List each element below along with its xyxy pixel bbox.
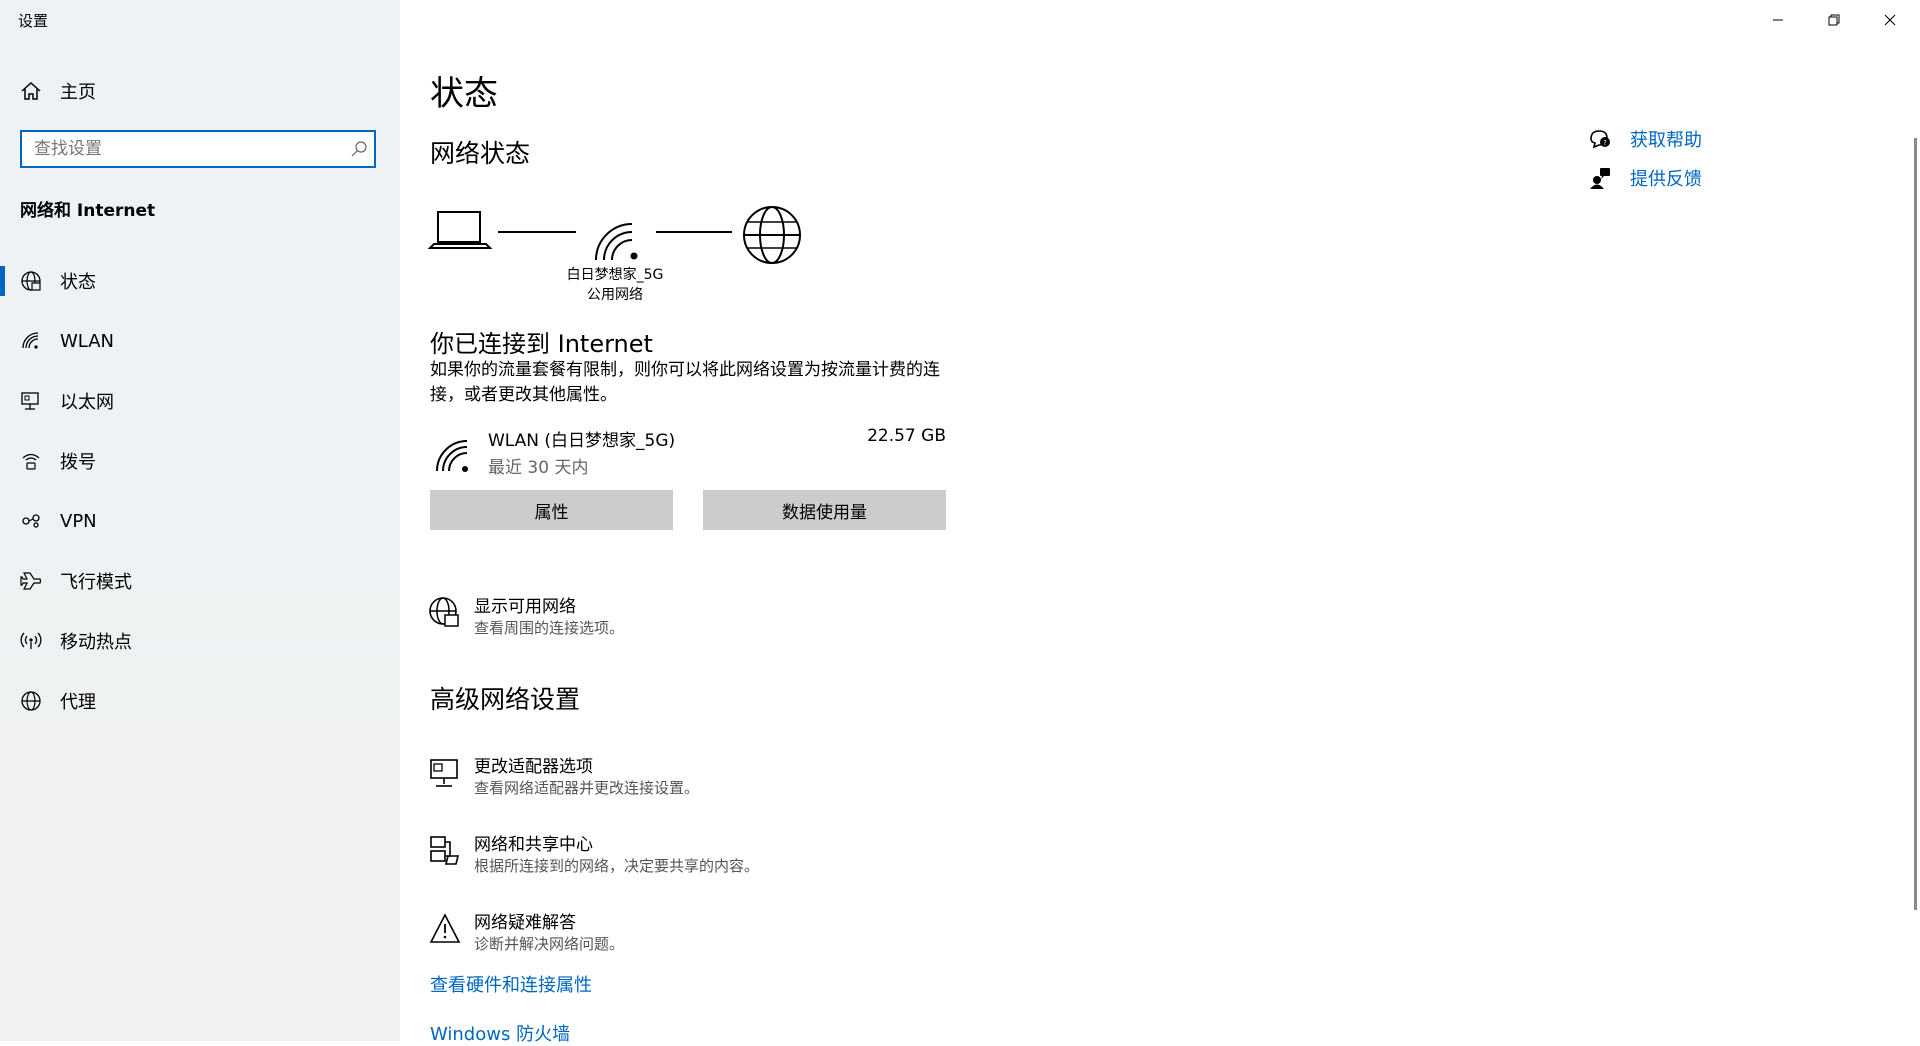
troubleshoot-item[interactable]: 网络疑难解答 诊断并解决网络问题。: [428, 908, 948, 958]
wlan-name: WLAN (白日梦想家_5G): [488, 431, 676, 451]
airplane-icon: [18, 568, 44, 594]
wifi-icon: [18, 328, 44, 354]
sidebar-item-label: 状态: [60, 272, 96, 293]
svg-text:?: ?: [1603, 139, 1607, 147]
network-name: 白日梦想家_5G: [566, 267, 664, 283]
show-networks-item[interactable]: 显示可用网络 查看周围的连接选项。: [428, 592, 948, 642]
show-networks-subtitle: 查看周围的连接选项。: [474, 619, 625, 637]
sharing-center-title: 网络和共享中心: [474, 835, 593, 855]
sharing-center-item[interactable]: 网络和共享中心 根据所连接到的网络，决定要共享的内容。: [428, 830, 948, 880]
sidebar-item-wlan[interactable]: WLAN: [0, 318, 400, 364]
sidebar-item-airplane[interactable]: 飞行模式: [0, 558, 400, 604]
advanced-heading: 高级网络设置: [430, 685, 581, 714]
sidebar-item-label: WLAN: [60, 330, 115, 352]
get-help-label: 获取帮助: [1630, 130, 1702, 151]
status-globe-icon: [18, 268, 44, 294]
page-title: 状态: [430, 74, 498, 114]
home-icon: [18, 78, 44, 104]
adapter-options-item[interactable]: 更改适配器选项 查看网络适配器并更改连接设置。: [428, 752, 948, 802]
data-usage-button[interactable]: 数据使用量: [703, 490, 946, 530]
app-title: 设置: [18, 12, 49, 30]
internet-globe-icon: [743, 206, 801, 264]
hotspot-icon: [18, 628, 44, 654]
troubleshoot-subtitle: 诊断并解决网络问题。: [474, 935, 625, 953]
adapter-icon: [430, 759, 458, 787]
sidebar-item-label: VPN: [60, 510, 97, 532]
wifi-network-icon: [595, 223, 638, 261]
sidebar-item-label: 移动热点: [60, 632, 132, 653]
wlan-usage: 22.57 GB: [867, 426, 946, 446]
warning-icon: [429, 913, 461, 943]
wlan-period: 最近 30 天内: [488, 458, 589, 478]
feedback-icon: [1590, 168, 1610, 189]
sharing-center-subtitle: 根据所连接到的网络，决定要共享的内容。: [474, 857, 760, 875]
properties-button[interactable]: 属性: [430, 490, 673, 530]
network-type: 公用网络: [587, 287, 643, 303]
help-chat-icon: ?: [1590, 130, 1610, 149]
dialup-icon: [18, 448, 44, 474]
close-button[interactable]: [1862, 0, 1918, 40]
ethernet-icon: [18, 388, 44, 414]
proxy-globe-icon: [18, 688, 44, 714]
get-help-link[interactable]: ? 获取帮助: [1588, 124, 1702, 154]
sidebar-item-status[interactable]: 状态: [0, 258, 400, 304]
sidebar-item-ethernet[interactable]: 以太网: [0, 378, 400, 424]
sidebar-item-label: 代理: [60, 692, 96, 713]
connected-heading: 你已连接到 Internet: [430, 330, 653, 358]
sidebar-item-label: 飞行模式: [60, 572, 132, 593]
sidebar-section-title: 网络和 Internet: [20, 201, 156, 221]
troubleshoot-title: 网络疑难解答: [474, 913, 576, 933]
connection-description: 如果你的流量套餐有限制，则你可以将此网络设置为按流量计费的连接，或者更改其他属性…: [430, 360, 940, 405]
show-networks-icon: [429, 597, 459, 627]
sharing-center-icon: [430, 836, 460, 865]
close-icon: [1884, 14, 1896, 26]
sidebar-item-hotspot[interactable]: 移动热点: [0, 618, 400, 664]
search-icon: [344, 140, 374, 158]
sidebar-item-proxy[interactable]: 代理: [0, 678, 400, 724]
adapter-options-subtitle: 查看网络适配器并更改连接设置。: [474, 779, 700, 797]
sidebar-home-label: 主页: [60, 82, 96, 103]
laptop-icon: [428, 211, 493, 249]
feedback-label: 提供反馈: [1630, 169, 1702, 190]
wlan-usage-row: WLAN (白日梦想家_5G) 最近 30 天内 22.57 GB: [430, 426, 946, 480]
sidebar-item-label: 拨号: [60, 452, 96, 473]
sidebar-home[interactable]: 主页: [0, 68, 400, 114]
vpn-icon: [18, 508, 44, 534]
network-status-heading: 网络状态: [430, 139, 531, 168]
restore-icon: [1828, 14, 1840, 26]
firewall-link[interactable]: Windows 防火墙: [430, 1020, 570, 1046]
sidebar-item-vpn[interactable]: VPN: [0, 498, 400, 544]
search-input[interactable]: [22, 131, 344, 167]
wifi-icon: [436, 440, 468, 472]
search-box[interactable]: [20, 130, 376, 168]
show-networks-title: 显示可用网络: [474, 597, 576, 617]
network-diagram: [428, 206, 801, 264]
sidebar: 设置 主页 网络和 Internet 状态 WLAN 以太网: [0, 0, 400, 1041]
scrollbar[interactable]: [1914, 138, 1917, 910]
feedback-link[interactable]: 提供反馈: [1588, 163, 1702, 193]
restore-button[interactable]: [1806, 0, 1862, 40]
hardware-properties-link[interactable]: 查看硬件和连接属性: [430, 971, 592, 997]
sidebar-item-dialup[interactable]: 拨号: [0, 438, 400, 484]
sidebar-item-label: 以太网: [60, 392, 114, 413]
minimize-button[interactable]: [1750, 0, 1806, 40]
adapter-options-title: 更改适配器选项: [474, 757, 593, 777]
network-label: 白日梦想家_5G 公用网络: [550, 265, 680, 305]
minimize-icon: [1773, 19, 1783, 21]
